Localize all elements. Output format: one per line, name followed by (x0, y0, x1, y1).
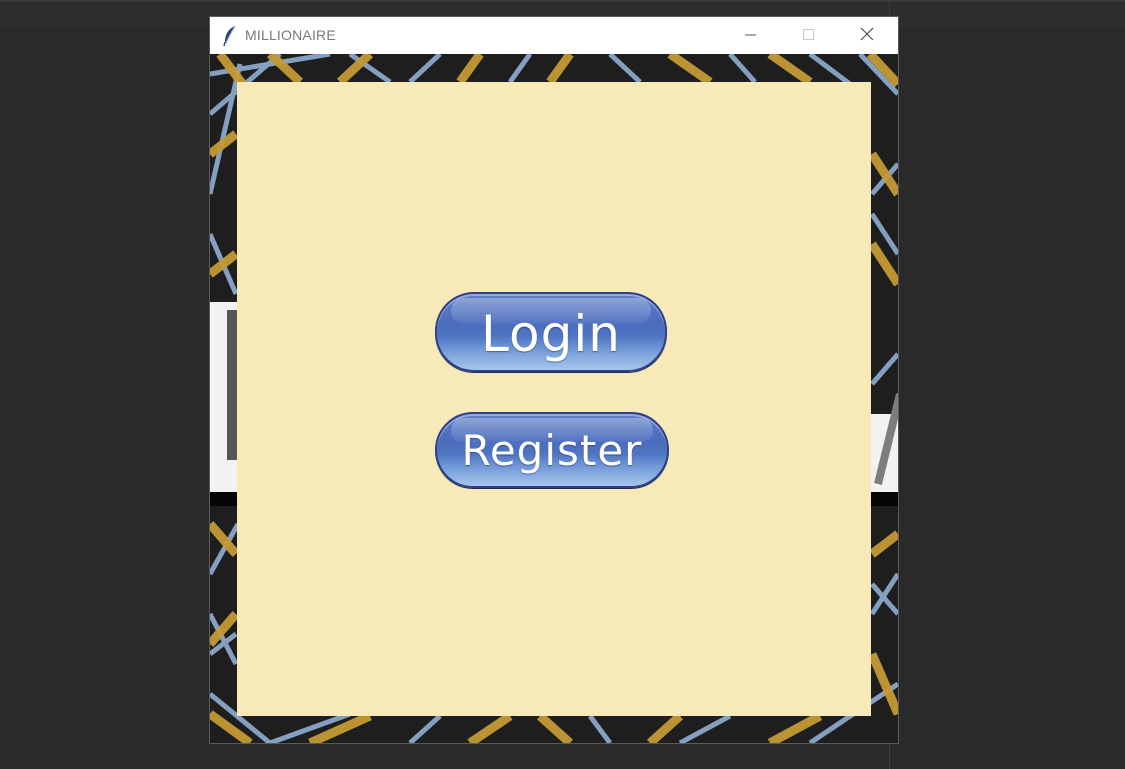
feather-icon (222, 25, 238, 47)
maximize-icon (803, 26, 815, 45)
register-button[interactable]: Register (435, 412, 669, 488)
app-window: MILLIONAIRE Login Register (210, 17, 898, 743)
login-button[interactable]: Login (435, 292, 667, 372)
minimize-icon (745, 26, 757, 45)
window-client-area: Login Register (210, 54, 898, 743)
register-button-label: Register (461, 425, 643, 475)
menu-panel: Login Register (237, 82, 871, 716)
background-app-edge (0, 0, 1125, 2)
close-icon (860, 26, 874, 45)
close-button[interactable] (844, 17, 890, 54)
maximize-button[interactable] (786, 17, 832, 54)
window-title: MILLIONAIRE (245, 27, 336, 43)
desktop-background: MILLIONAIRE Login Register (0, 0, 1125, 769)
login-button-label: Login (481, 305, 621, 363)
window-titlebar[interactable]: MILLIONAIRE (210, 17, 898, 54)
minimize-button[interactable] (728, 17, 774, 54)
